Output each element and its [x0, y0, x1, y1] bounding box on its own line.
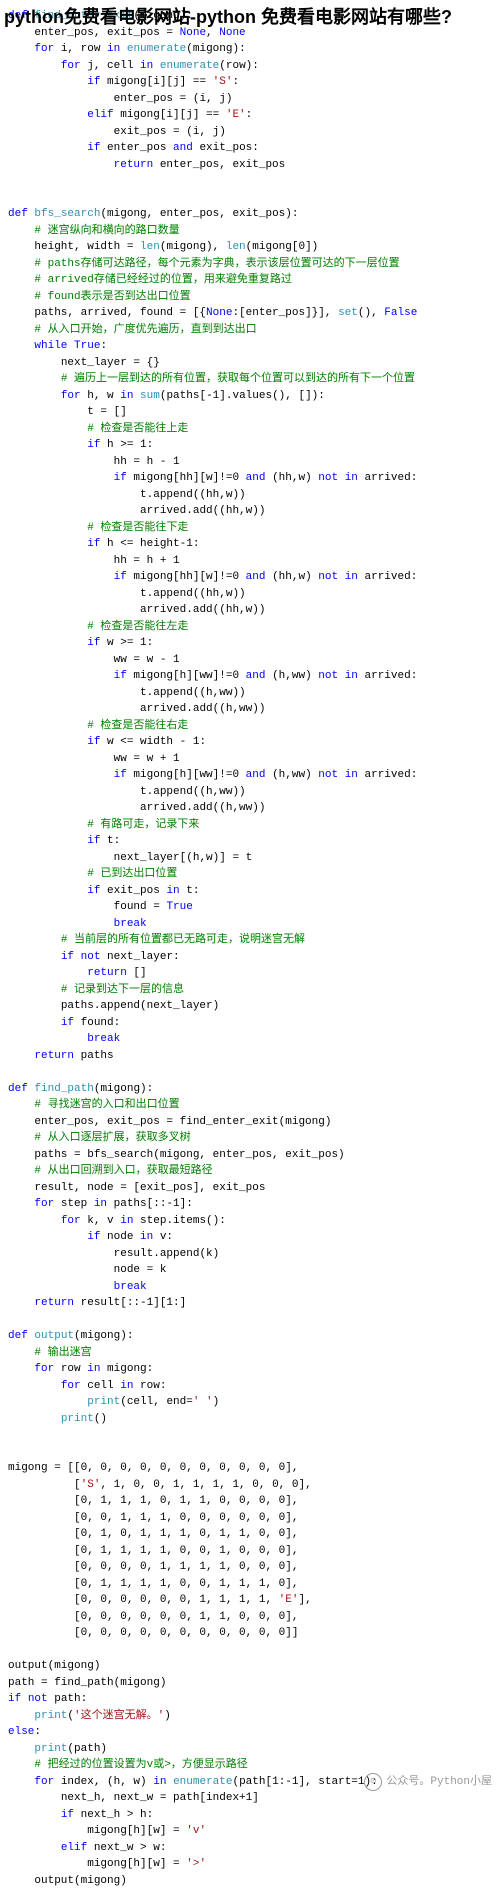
code-block: def find_enter_exit(migong): enter_pos, … [8, 8, 492, 1889]
footer-attribution: ⊙ 公众号。Python小屋 [364, 1773, 492, 1791]
wechat-icon: ⊙ [364, 1773, 382, 1791]
footer-text: 公众号。Python小屋 [386, 1774, 492, 1791]
overlay-title: python免费看电影网站-python 免费看电影网站有哪些? [4, 4, 452, 31]
